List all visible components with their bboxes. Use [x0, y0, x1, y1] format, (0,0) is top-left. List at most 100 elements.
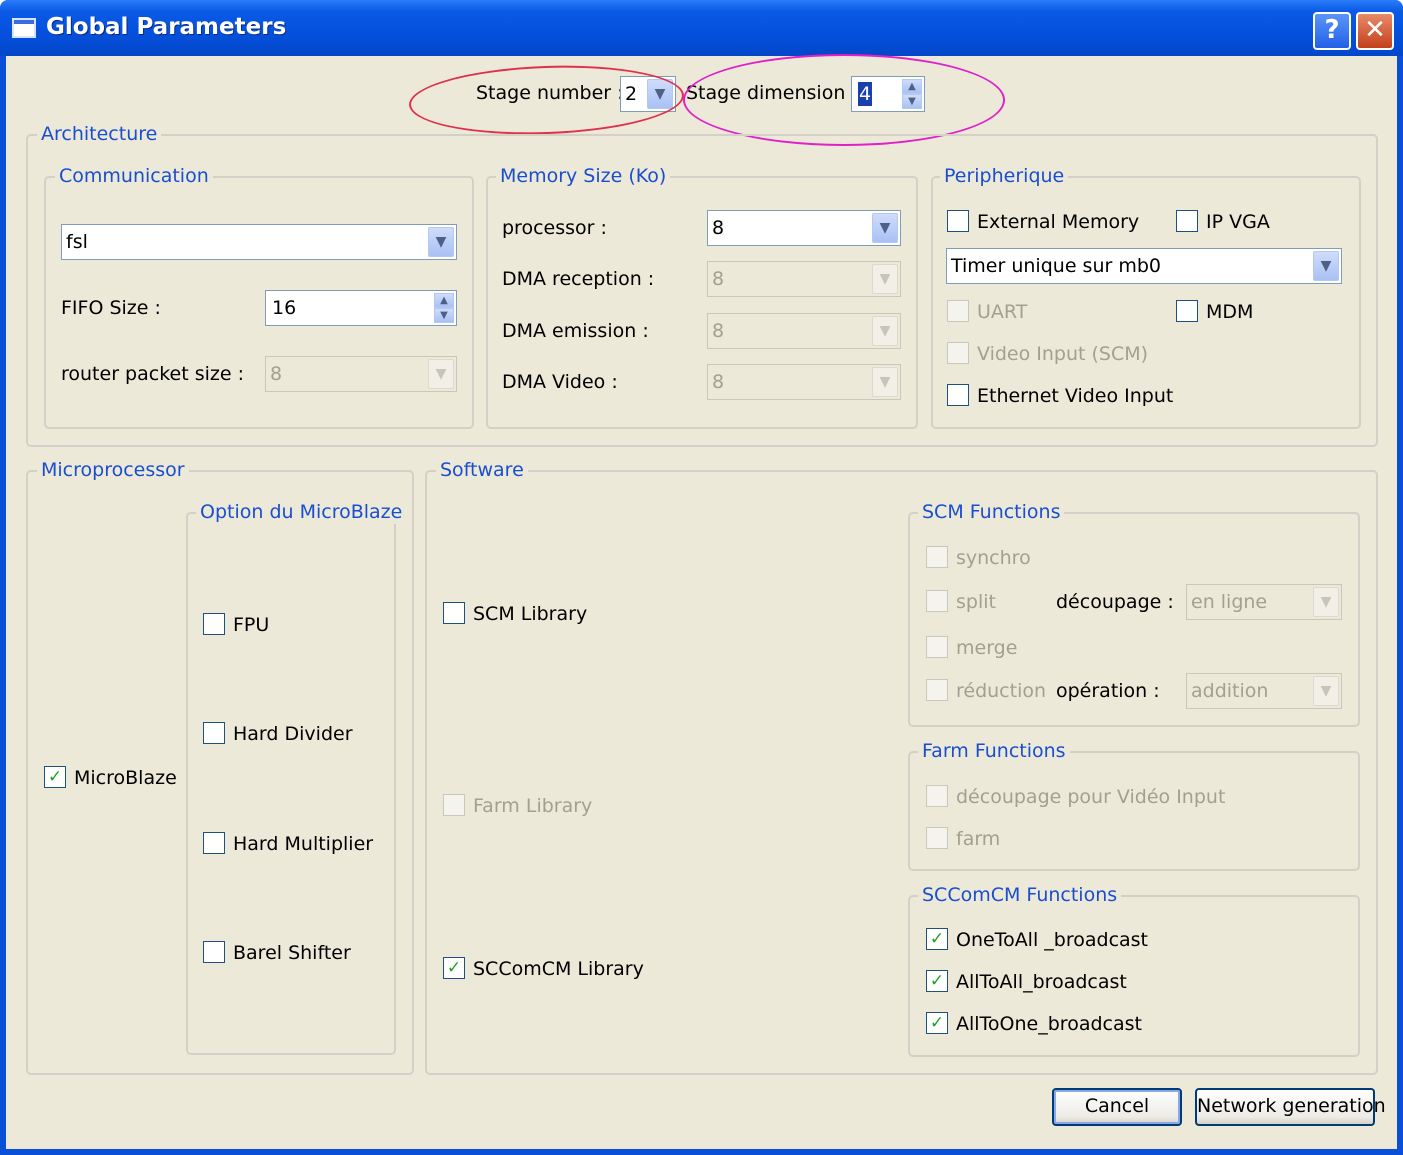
fpu-checkbox[interactable]	[203, 613, 225, 635]
synchro-label: synchro	[956, 547, 1031, 569]
protocol-value: fsl	[66, 231, 88, 253]
operation-label: opération :	[1056, 680, 1160, 702]
dma-reception-select[interactable]: 8 ▼	[707, 261, 901, 297]
architecture-title: Architecture	[37, 122, 162, 146]
dma-emission-select[interactable]: 8 ▼	[707, 313, 901, 349]
microprocessor-title: Microprocessor	[37, 458, 189, 482]
hard-multiplier-checkbox[interactable]	[203, 832, 225, 854]
close-button[interactable]: ✕	[1356, 12, 1394, 50]
highlight-ellipse-magenta	[683, 54, 1005, 146]
operation-value: addition	[1191, 680, 1269, 702]
chevron-down-icon[interactable]: ▼	[872, 264, 898, 294]
timer-select[interactable]: Timer unique sur mb0 ▼	[946, 248, 1342, 284]
chevron-down-icon[interactable]: ▼	[428, 227, 454, 257]
video-input-checkbox[interactable]	[947, 342, 969, 364]
farm-library-checkbox[interactable]	[443, 794, 465, 816]
ip-vga-checkbox[interactable]	[1176, 210, 1198, 232]
chevron-down-icon[interactable]: ▼	[872, 213, 898, 243]
spin-down-icon[interactable]: ▼	[434, 308, 454, 323]
reduction-label: réduction	[956, 680, 1047, 702]
decoupage-select[interactable]: en ligne ▼	[1186, 584, 1342, 620]
all-to-one-checkbox[interactable]: ✓	[926, 1012, 948, 1034]
farm-library-label: Farm Library	[473, 795, 593, 817]
processor-memory-label: processor :	[502, 217, 607, 239]
dma-emission-value: 8	[712, 320, 725, 342]
all-to-all-checkbox[interactable]: ✓	[926, 970, 948, 992]
merge-checkbox[interactable]	[926, 636, 948, 658]
farm-functions-title: Farm Functions	[918, 739, 1070, 763]
operation-select[interactable]: addition ▼	[1186, 673, 1342, 709]
hard-divider-checkbox[interactable]	[203, 722, 225, 744]
dma-reception-label: DMA reception :	[502, 268, 655, 290]
fifo-size-label: FIFO Size :	[61, 297, 161, 319]
chevron-down-icon[interactable]: ▼	[872, 316, 898, 346]
chevron-down-icon[interactable]: ▼	[872, 367, 898, 397]
mdm-label: MDM	[1206, 301, 1254, 323]
split-checkbox[interactable]	[926, 590, 948, 612]
synchro-checkbox[interactable]	[926, 546, 948, 568]
dma-emission-label: DMA emission :	[502, 320, 649, 342]
spin-up-icon[interactable]: ▲	[434, 293, 454, 308]
chevron-down-icon[interactable]: ▼	[1313, 676, 1339, 706]
barel-shifter-label: Barel Shifter	[233, 942, 351, 964]
hard-multiplier-label: Hard Multiplier	[233, 833, 374, 855]
fifo-size-spinner[interactable]: 16 ▲ ▼	[265, 290, 457, 326]
highlight-ellipse-red	[407, 61, 686, 139]
sccomcm-functions-title: SCComCM Functions	[918, 883, 1122, 907]
reduction-checkbox[interactable]	[926, 679, 948, 701]
network-generation-button[interactable]: Network generation	[1195, 1088, 1386, 1126]
microblaze-options-title: Option du MicroBlaze	[196, 500, 407, 524]
peripherique-title: Peripherique	[940, 164, 1069, 188]
help-button[interactable]: ?	[1313, 12, 1351, 50]
scm-library-checkbox[interactable]	[443, 602, 465, 624]
all-to-all-label: AllToAll_broadcast	[956, 971, 1127, 993]
ethernet-video-input-label: Ethernet Video Input	[977, 385, 1174, 407]
one-to-all-label: OneToAll _broadcast	[956, 929, 1149, 951]
farm-checkbox[interactable]	[926, 827, 948, 849]
router-packet-size-value: 8	[270, 363, 283, 385]
router-packet-size-select[interactable]: 8 ▼	[265, 356, 457, 392]
scm-functions-title: SCM Functions	[918, 500, 1065, 524]
barel-shifter-checkbox[interactable]	[203, 941, 225, 963]
memory-size-title: Memory Size (Ko)	[496, 164, 671, 188]
decoupage-video-label: découpage pour Vidéo Input	[956, 786, 1226, 808]
fpu-label: FPU	[233, 614, 270, 636]
microblaze-options-group	[186, 512, 396, 1055]
external-memory-label: External Memory	[977, 211, 1140, 233]
dma-reception-value: 8	[712, 268, 725, 290]
farm-label: farm	[956, 828, 1001, 850]
dialog-client-area: Stage number : 2 ▼ Stage dimension : 4 ▲…	[6, 54, 1397, 1149]
decoupage-label: découpage :	[1056, 591, 1174, 613]
communication-title: Communication	[55, 164, 213, 188]
dma-video-label: DMA Video :	[502, 371, 618, 393]
dma-video-value: 8	[712, 371, 725, 393]
ethernet-video-input-checkbox[interactable]	[947, 384, 969, 406]
chevron-down-icon[interactable]: ▼	[428, 359, 454, 389]
chevron-down-icon[interactable]: ▼	[1313, 251, 1339, 281]
video-input-label: Video Input (SCM)	[977, 343, 1149, 365]
microblaze-checkbox[interactable]: ✓	[44, 766, 66, 788]
title-bar[interactable]: Global Parameters ? ✕	[0, 0, 1403, 56]
protocol-select[interactable]: fsl ▼	[61, 224, 457, 260]
chevron-down-icon[interactable]: ▼	[1313, 587, 1339, 617]
dma-video-select[interactable]: 8 ▼	[707, 364, 901, 400]
fifo-size-value: 16	[272, 297, 297, 319]
mdm-checkbox[interactable]	[1176, 300, 1198, 322]
processor-memory-value: 8	[712, 217, 725, 239]
scm-library-label: SCM Library	[473, 603, 588, 625]
decoupage-video-checkbox[interactable]	[926, 785, 948, 807]
external-memory-checkbox[interactable]	[947, 210, 969, 232]
uart-checkbox[interactable]	[947, 300, 969, 322]
sccomcm-library-checkbox[interactable]: ✓	[443, 957, 465, 979]
split-label: split	[956, 591, 996, 613]
microblaze-label: MicroBlaze	[74, 767, 177, 789]
router-packet-size-label: router packet size :	[61, 363, 244, 385]
software-title: Software	[436, 458, 528, 482]
ip-vga-label: IP VGA	[1206, 211, 1270, 233]
decoupage-value: en ligne	[1191, 591, 1268, 613]
one-to-all-checkbox[interactable]: ✓	[926, 928, 948, 950]
sccomcm-library-label: SCComCM Library	[473, 958, 644, 980]
timer-value: Timer unique sur mb0	[951, 255, 1161, 277]
cancel-button[interactable]: Cancel	[1052, 1088, 1182, 1126]
processor-memory-select[interactable]: 8 ▼	[707, 210, 901, 246]
